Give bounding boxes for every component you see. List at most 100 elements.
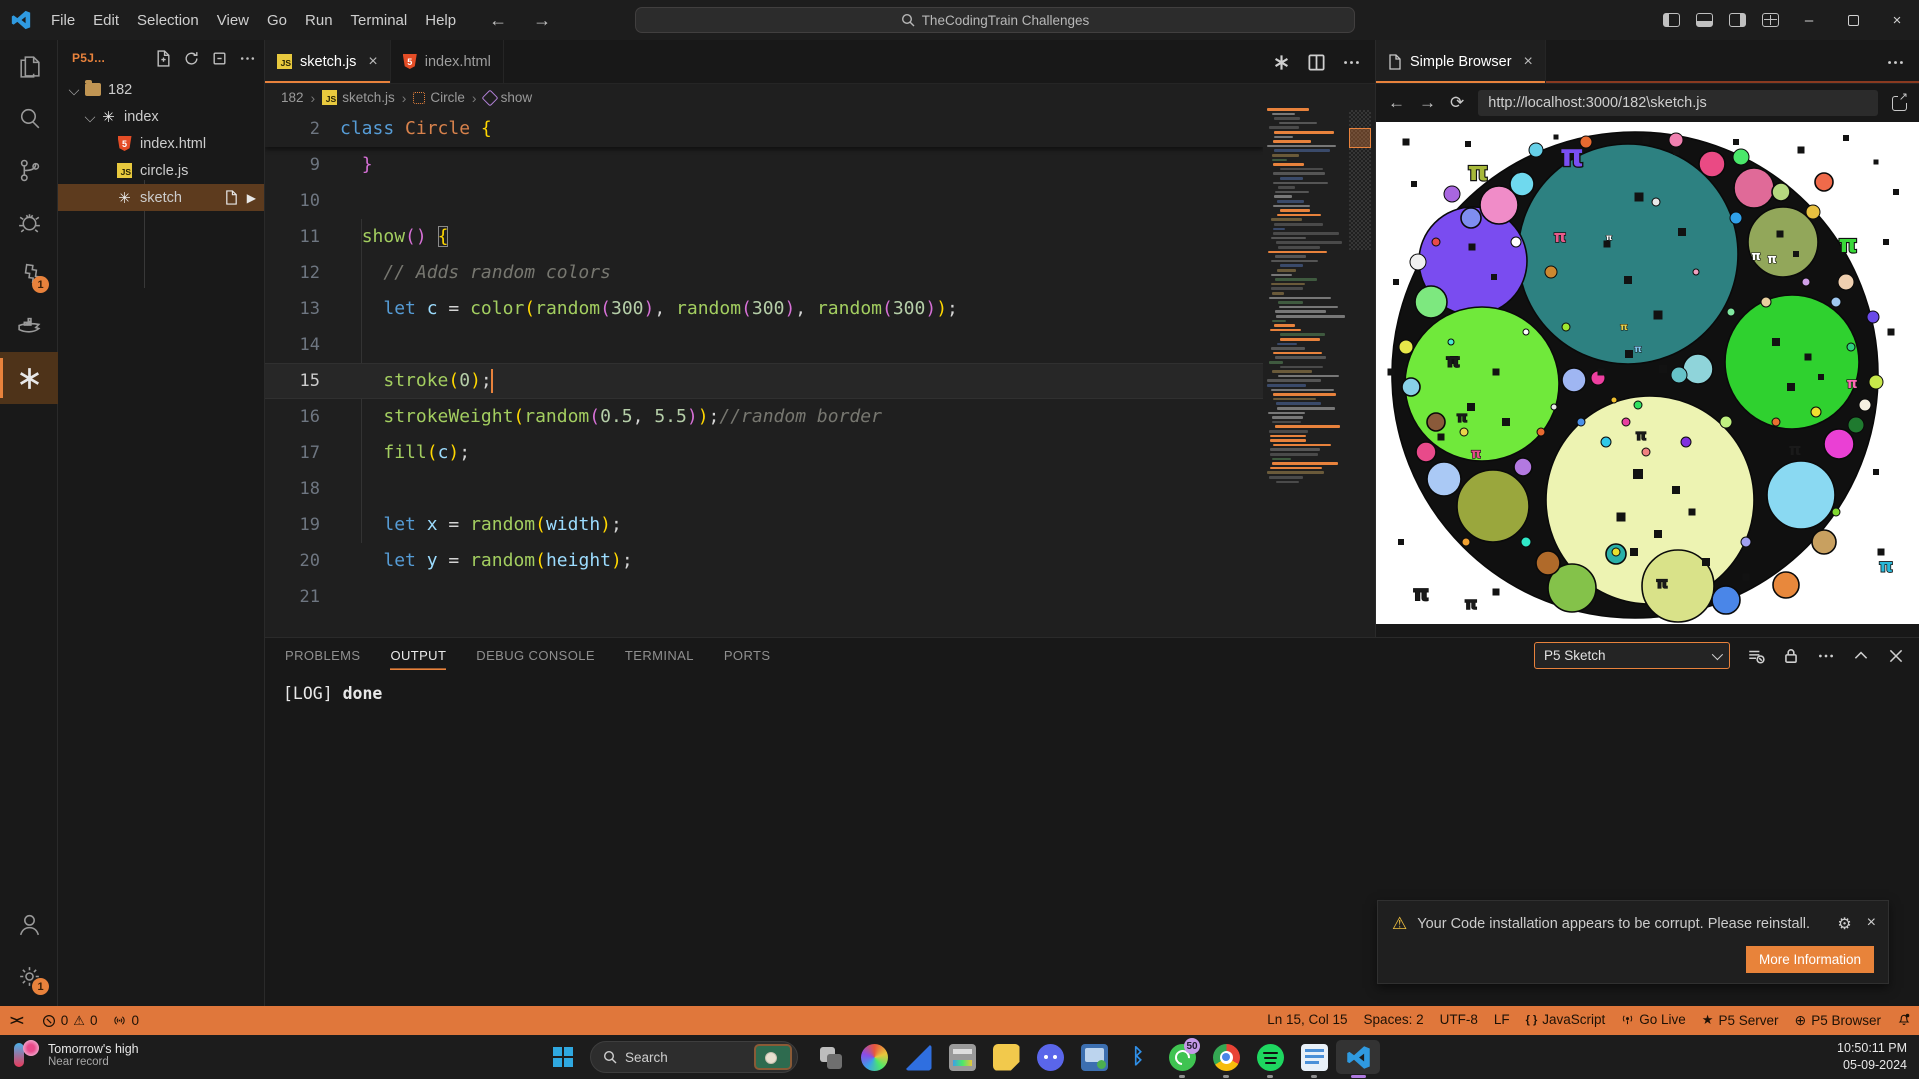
breadcrumb-Circle[interactable]: Circle (413, 90, 465, 105)
panel-tab-terminal[interactable]: TERMINAL (625, 648, 694, 663)
menu-edit[interactable]: Edit (84, 8, 128, 33)
toggle-panel-icon[interactable] (1696, 13, 1713, 27)
taskbar-notepad-icon[interactable] (1292, 1040, 1336, 1074)
activity-search[interactable] (0, 92, 58, 144)
collapse-all-icon[interactable] (211, 50, 228, 67)
panel-more-actions-icon[interactable] (1817, 647, 1835, 665)
notifications-bell-icon[interactable] (1889, 1012, 1919, 1026)
history-back-icon[interactable]: ← (489, 10, 507, 31)
activity-debug[interactable] (0, 196, 58, 248)
tree-item-sketch[interactable]: ✳sketch▶ (58, 184, 264, 211)
tree-item-182[interactable]: 182 (58, 76, 264, 103)
problems-indicator[interactable]: 0 ⚠ 0 (34, 1013, 106, 1029)
minimize-button[interactable]: – (1787, 0, 1831, 40)
tree-item-circle.js[interactable]: JScircle.js (58, 157, 264, 184)
notification-close-icon[interactable]: × (1867, 914, 1876, 934)
minimap-slider[interactable] (1349, 128, 1371, 148)
maximize-panel-icon[interactable] (1852, 647, 1870, 665)
breadcrumb-182[interactable]: 182 (281, 90, 304, 105)
code-line-19[interactable]: 19 let x = random(width); (265, 507, 1263, 543)
export-file-icon[interactable] (224, 190, 239, 205)
activity-explorer[interactable] (0, 40, 58, 92)
new-file-icon[interactable] (155, 50, 172, 67)
code-line-11[interactable]: 11 show() { (265, 219, 1263, 255)
code-line-17[interactable]: 17 fill(c); (265, 435, 1263, 471)
taskbar-whatsapp-icon[interactable]: 50 (1160, 1040, 1204, 1074)
activity-p5[interactable] (0, 352, 58, 404)
start-button[interactable] (546, 1040, 580, 1074)
taskbar-search[interactable]: Search (590, 1041, 798, 1073)
taskbar-discord-icon[interactable] (1028, 1040, 1072, 1074)
panel-tab-problems[interactable]: PROBLEMS (285, 648, 360, 663)
activity-settings[interactable]: 1 (0, 950, 58, 1002)
tree-item-index.html[interactable]: 5index.html (58, 130, 264, 157)
refresh-icon[interactable] (183, 50, 200, 67)
sticky-code-line[interactable]: 2class Circle { (265, 111, 1263, 147)
browser-forward-icon[interactable]: → (1419, 93, 1436, 113)
menu-terminal[interactable]: Terminal (342, 8, 417, 33)
more-information-button[interactable]: More Information (1746, 946, 1874, 973)
code-line-10[interactable]: 10 (265, 183, 1263, 219)
taskbar-sticky-notes-icon[interactable] (984, 1040, 1028, 1074)
close-panel-icon[interactable] (1887, 647, 1905, 665)
taskbar-printer-icon[interactable] (940, 1040, 984, 1074)
breadcrumb[interactable]: 182›JSsketch.js›Circle›show (265, 84, 1375, 111)
open-external-icon[interactable] (1892, 96, 1907, 111)
tree-item-index[interactable]: ✳index (58, 103, 264, 130)
taskbar-copilot-icon[interactable] (852, 1040, 896, 1074)
close-tab-icon[interactable]: × (368, 53, 377, 71)
lock-icon[interactable] (1782, 647, 1800, 665)
more-actions-icon[interactable] (239, 50, 256, 67)
url-input[interactable]: http://localhost:3000/182\sketch.js (1478, 90, 1878, 116)
status-eol[interactable]: LF (1486, 1012, 1518, 1027)
close-button[interactable]: × (1875, 0, 1919, 40)
activity-docker[interactable] (0, 300, 58, 352)
tab-sketch.js[interactable]: JSsketch.js× (265, 40, 391, 83)
taskbar-spotify-icon[interactable] (1248, 1040, 1292, 1074)
customize-layout-icon[interactable] (1762, 13, 1779, 27)
output-channel-select[interactable]: P5 Sketch (1534, 642, 1730, 669)
browser-back-icon[interactable]: ← (1388, 93, 1405, 113)
panel-tab-output[interactable]: OUTPUT (390, 648, 446, 670)
status-p5-browser[interactable]: ⊕P5 Browser (1786, 1012, 1889, 1029)
menu-help[interactable]: Help (416, 8, 465, 33)
tab-simple-browser[interactable]: Simple Browser × (1376, 40, 1546, 83)
code-line-14[interactable]: 14 (265, 327, 1263, 363)
taskbar-remote-desktop-icon[interactable] (1072, 1040, 1116, 1074)
split-editor-icon[interactable] (1307, 53, 1326, 72)
command-center-search[interactable]: TheCodingTrain Challenges (635, 7, 1355, 33)
menu-go[interactable]: Go (258, 8, 296, 33)
menu-view[interactable]: View (208, 8, 258, 33)
status-p5-server[interactable]: ★P5 Server (1694, 1012, 1787, 1028)
panel-tab-debug-console[interactable]: DEBUG CONSOLE (476, 648, 595, 663)
status-cursor-position[interactable]: Ln 15, Col 15 (1259, 1012, 1355, 1027)
notification-settings-icon[interactable]: ⚙ (1837, 914, 1851, 934)
taskbar-chrome-icon[interactable] (1204, 1040, 1248, 1074)
menu-file[interactable]: File (42, 8, 84, 33)
weather-widget[interactable]: Tomorrow's high Near record (8, 1039, 139, 1071)
p5-sketch-canvas[interactable]: πππππππππππππππππππ (1376, 122, 1919, 624)
panel-tab-ports[interactable]: PORTS (724, 648, 771, 663)
menu-selection[interactable]: Selection (128, 8, 208, 33)
p5-run-icon[interactable] (1272, 53, 1291, 72)
run-sketch-icon[interactable]: ▶ (247, 191, 256, 205)
breadcrumb-show[interactable]: show (484, 90, 533, 105)
code-line-12[interactable]: 12 // Adds random colors (265, 255, 1263, 291)
code-line-13[interactable]: 13 let c = color(random(300), random(300… (265, 291, 1263, 327)
code-editor[interactable]: 2class Circle {9 }1011 show() {12 // Add… (265, 111, 1263, 637)
toggle-sidebar-icon[interactable] (1663, 13, 1680, 27)
status-go-live[interactable]: Go Live (1613, 1012, 1694, 1027)
code-line-18[interactable]: 18 (265, 471, 1263, 507)
menu-run[interactable]: Run (296, 8, 342, 33)
toggle-secondary-sidebar-icon[interactable] (1729, 13, 1746, 27)
code-line-21[interactable]: 21 (265, 579, 1263, 615)
status-encoding[interactable]: UTF-8 (1432, 1012, 1486, 1027)
taskbar-clock[interactable]: 10:50:11 PM 05-09-2024 (1837, 1040, 1907, 1074)
activity-extensions[interactable]: 1 (0, 248, 58, 300)
activity-scm[interactable] (0, 144, 58, 196)
code-line-16[interactable]: 16 strokeWeight(random(0.5, 5.5));//rand… (265, 399, 1263, 435)
history-forward-icon[interactable]: → (533, 10, 551, 31)
taskbar-task-view-icon[interactable] (808, 1040, 852, 1074)
tab-index.html[interactable]: 5index.html (391, 40, 504, 83)
taskbar-snipping-tool-icon[interactable] (896, 1040, 940, 1074)
